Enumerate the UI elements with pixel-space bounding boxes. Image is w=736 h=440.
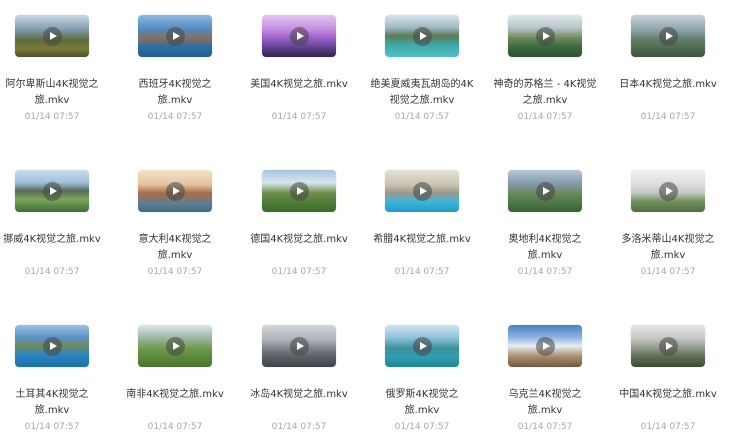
- play-icon[interactable]: [290, 182, 309, 201]
- play-icon[interactable]: [166, 182, 185, 201]
- file-date: 01/14 07:57: [24, 422, 80, 432]
- file-name[interactable]: 南非4K视觉之旅.mkv: [123, 387, 227, 403]
- file-name[interactable]: 意大利4K视觉之旅.mkv: [123, 232, 227, 264]
- file-date: 01/14 07:57: [517, 112, 573, 122]
- play-icon[interactable]: [166, 337, 185, 356]
- play-icon[interactable]: [413, 337, 432, 356]
- video-thumbnail[interactable]: [385, 15, 459, 57]
- file-name[interactable]: 绝美夏威夷瓦胡岛的4K视觉之旅.mkv: [370, 77, 474, 109]
- file-name[interactable]: 德国4K视觉之旅.mkv: [247, 232, 351, 248]
- file-name[interactable]: 土耳其4K视觉之旅.mkv: [0, 387, 104, 419]
- file-date: 01/14 07:57: [24, 112, 80, 122]
- video-thumbnail[interactable]: [262, 325, 336, 367]
- play-icon[interactable]: [166, 27, 185, 46]
- file-name[interactable]: 阿尔卑斯山4K视觉之旅.mkv: [0, 77, 104, 109]
- play-icon[interactable]: [536, 337, 555, 356]
- file-name[interactable]: 多洛米蒂山4K视觉之旅.mkv: [616, 232, 720, 264]
- video-thumbnail[interactable]: [15, 325, 89, 367]
- play-icon[interactable]: [290, 27, 309, 46]
- video-thumbnail[interactable]: [508, 15, 582, 57]
- file-name[interactable]: 神奇的苏格兰 - 4K视觉之旅.mkv: [493, 77, 597, 109]
- file-name[interactable]: 挪威4K视觉之旅.mkv: [0, 232, 104, 248]
- file-date: 01/14 07:57: [517, 267, 573, 277]
- file-date: 01/14 07:57: [147, 422, 203, 432]
- file-date: 01/14 07:57: [394, 267, 450, 277]
- play-icon[interactable]: [43, 337, 62, 356]
- file-date: 01/14 07:57: [517, 422, 573, 432]
- video-thumbnail[interactable]: [631, 325, 705, 367]
- video-thumbnail[interactable]: [138, 170, 212, 212]
- play-icon[interactable]: [536, 182, 555, 201]
- play-icon[interactable]: [659, 27, 678, 46]
- play-icon[interactable]: [413, 182, 432, 201]
- file-date: 01/14 07:57: [271, 112, 327, 122]
- file-date: 01/14 07:57: [394, 422, 450, 432]
- file-name[interactable]: 俄罗斯4K视觉之旅.mkv: [370, 387, 474, 419]
- video-thumbnail[interactable]: [631, 170, 705, 212]
- file-name[interactable]: 乌克兰4K视觉之旅.mkv: [493, 387, 597, 419]
- file-date: 01/14 07:57: [24, 267, 80, 277]
- file-name[interactable]: 希腊4K视觉之旅.mkv: [370, 232, 474, 248]
- play-icon[interactable]: [413, 27, 432, 46]
- video-thumbnail[interactable]: [385, 325, 459, 367]
- file-date: 01/14 07:57: [640, 422, 696, 432]
- video-thumbnail[interactable]: [262, 15, 336, 57]
- file-date: 01/14 07:57: [147, 267, 203, 277]
- video-thumbnail[interactable]: [15, 170, 89, 212]
- video-thumbnail[interactable]: [385, 170, 459, 212]
- play-icon[interactable]: [290, 337, 309, 356]
- file-name[interactable]: 美国4K视觉之旅.mkv: [247, 77, 351, 93]
- file-name[interactable]: 中国4K视觉之旅.mkv: [616, 387, 720, 403]
- file-name[interactable]: 日本4K视觉之旅.mkv: [616, 77, 720, 93]
- video-thumbnail[interactable]: [631, 15, 705, 57]
- play-icon[interactable]: [659, 337, 678, 356]
- video-thumbnail[interactable]: [508, 325, 582, 367]
- play-icon[interactable]: [43, 27, 62, 46]
- file-date: 01/14 07:57: [394, 112, 450, 122]
- file-date: 01/14 07:57: [271, 267, 327, 277]
- file-date: 01/14 07:57: [147, 112, 203, 122]
- file-date: 01/14 07:57: [271, 422, 327, 432]
- file-name[interactable]: 西班牙4K视觉之旅.mkv: [123, 77, 227, 109]
- video-thumbnail[interactable]: [138, 15, 212, 57]
- play-icon[interactable]: [536, 27, 555, 46]
- play-icon[interactable]: [659, 182, 678, 201]
- file-name[interactable]: 冰岛4K视觉之旅.mkv: [247, 387, 351, 403]
- video-thumbnail[interactable]: [508, 170, 582, 212]
- video-thumbnail[interactable]: [138, 325, 212, 367]
- file-name[interactable]: 奥地利4K视觉之旅.mkv: [493, 232, 597, 264]
- file-grid: 阿尔卑斯山4K视觉之旅.mkv 01/14 07:57 西班牙4K视觉之旅.mkv 0…: [0, 0, 736, 440]
- file-date: 01/14 07:57: [640, 112, 696, 122]
- video-thumbnail[interactable]: [15, 15, 89, 57]
- play-icon[interactable]: [43, 182, 62, 201]
- file-date: 01/14 07:57: [640, 267, 696, 277]
- video-thumbnail[interactable]: [262, 170, 336, 212]
